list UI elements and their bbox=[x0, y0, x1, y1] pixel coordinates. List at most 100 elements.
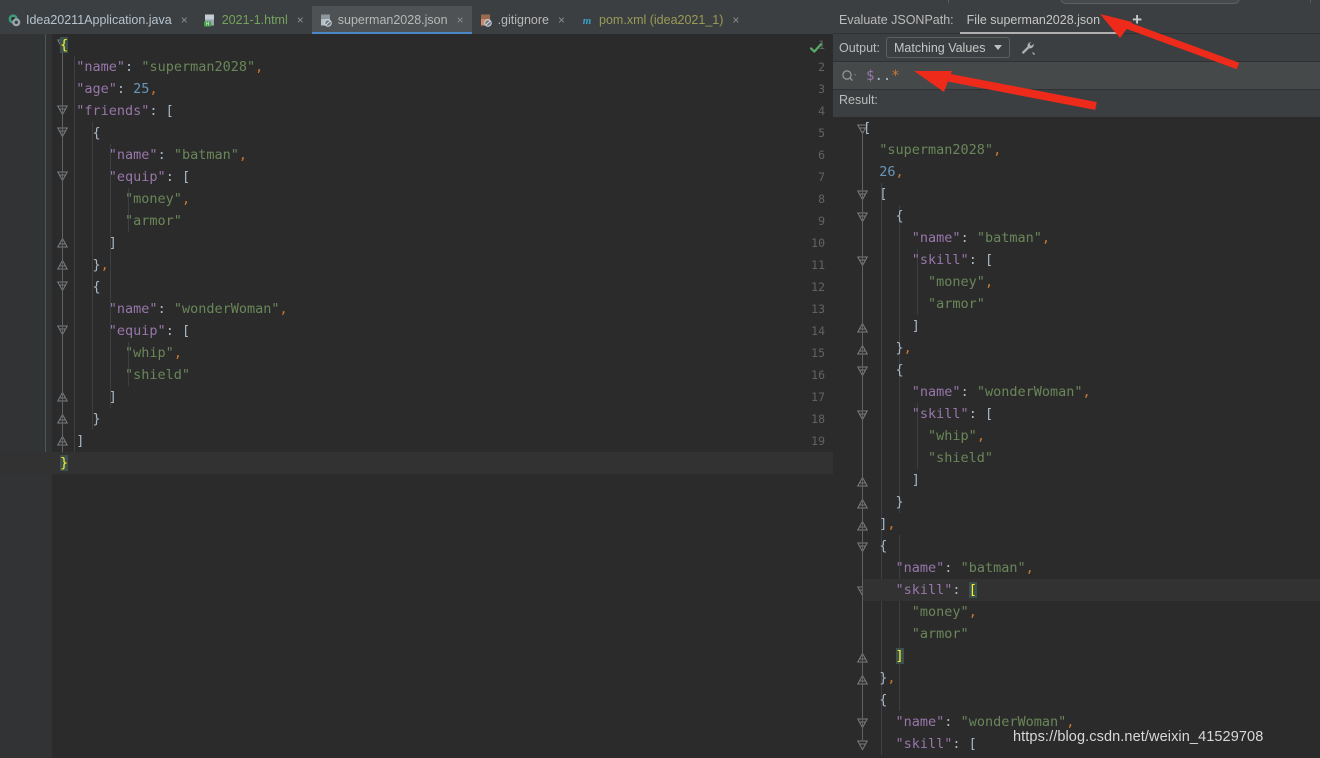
code-token: "batman" bbox=[960, 560, 1026, 576]
result-indent bbox=[863, 582, 896, 598]
code-token: ] bbox=[108, 235, 117, 251]
code-token: , bbox=[1082, 384, 1091, 400]
code-line[interactable]: } bbox=[56, 408, 833, 430]
code-token: "wonderWoman" bbox=[976, 384, 1083, 400]
code-token: , bbox=[255, 59, 264, 75]
code-token: , bbox=[968, 604, 977, 620]
jsonpath-file-tab-close-icon[interactable]: × bbox=[1106, 13, 1113, 27]
result-line: ] bbox=[863, 469, 1320, 491]
jsonpath-result-view[interactable]: [ "superman2028", 26, [ { "name": "batma… bbox=[833, 117, 1320, 758]
jsonpath-file-tab-label: File superman2028.json bbox=[966, 12, 1101, 27]
editor-fold-region-bar bbox=[45, 34, 46, 474]
code-line[interactable]: { bbox=[56, 34, 833, 56]
result-line: }, bbox=[863, 337, 1320, 359]
code-token: "money" bbox=[125, 191, 182, 207]
result-indent bbox=[863, 362, 896, 378]
wrench-icon[interactable] bbox=[1020, 40, 1036, 56]
code-line[interactable]: "money", bbox=[56, 188, 833, 210]
code-token: } bbox=[895, 494, 904, 510]
jsonpath-query-row[interactable]: $..* bbox=[833, 62, 1320, 90]
editor-tab-gitignore[interactable]: .gitignore × bbox=[472, 6, 573, 34]
result-indent bbox=[863, 164, 879, 180]
code-token: "equip" bbox=[108, 169, 166, 185]
code-token: , bbox=[279, 301, 288, 317]
code-line[interactable]: "equip": [ bbox=[56, 320, 833, 342]
code-token: "wonderWoman" bbox=[960, 714, 1067, 730]
editor-tab-idea20211application-java[interactable]: Idea20211Application.java × bbox=[0, 6, 196, 34]
chevron-down-icon[interactable] bbox=[993, 45, 1002, 50]
result-indent bbox=[863, 626, 912, 642]
code-token: "batman" bbox=[976, 230, 1042, 246]
code-line[interactable]: "name": "batman", bbox=[56, 144, 833, 166]
code-token: : [ bbox=[968, 406, 994, 422]
code-line[interactable]: } bbox=[56, 452, 833, 474]
code-line[interactable]: ] bbox=[56, 386, 833, 408]
navigation-pill[interactable] bbox=[1060, 0, 1240, 4]
editor-tab-pom-xml-idea2021-1[interactable]: m pom.xml (idea2021_1) × bbox=[573, 6, 747, 34]
output-mode-select[interactable]: Matching Values bbox=[886, 37, 1010, 58]
code-line[interactable]: ] bbox=[56, 430, 833, 452]
code-line[interactable]: { bbox=[56, 122, 833, 144]
add-jsonpath-tab-button[interactable]: + bbox=[1132, 11, 1142, 28]
output-label: Output: bbox=[839, 40, 880, 55]
code-token: : bbox=[944, 560, 961, 576]
jsonpath-file-tab[interactable]: File superman2028.json × bbox=[959, 7, 1121, 34]
result-indent bbox=[863, 252, 912, 268]
search-icon[interactable] bbox=[841, 69, 858, 83]
editor-tab-close-icon[interactable]: × bbox=[181, 14, 188, 26]
code-line[interactable]: "armor" bbox=[56, 210, 833, 232]
code-line[interactable]: "equip": [ bbox=[56, 166, 833, 188]
result-line: ] bbox=[863, 645, 1320, 667]
editor-tab-close-icon[interactable]: × bbox=[732, 14, 739, 26]
result-line: 26, bbox=[863, 161, 1320, 183]
editor-tab-close-icon[interactable]: × bbox=[457, 14, 464, 26]
result-indent bbox=[863, 340, 896, 356]
code-token: , bbox=[238, 147, 247, 163]
svg-text:m: m bbox=[583, 15, 592, 27]
code-token: : bbox=[157, 301, 174, 317]
editor-tab-label: .gitignore bbox=[497, 13, 550, 27]
code-token: "skill" bbox=[911, 406, 969, 422]
maven-icon: m bbox=[580, 13, 594, 27]
code-token: "name" bbox=[108, 147, 158, 163]
code-token: : [ bbox=[165, 169, 191, 185]
evaluate-jsonpath-panel[interactable]: Evaluate JSONPath: File superman2028.jso… bbox=[833, 6, 1320, 758]
result-line: "shield" bbox=[863, 447, 1320, 469]
inspection-ok-check-icon[interactable] bbox=[809, 41, 823, 55]
code-token: : bbox=[944, 714, 961, 730]
code-token: : bbox=[960, 384, 977, 400]
code-line[interactable]: "age": 25, bbox=[56, 78, 833, 100]
code-line[interactable]: "friends": [ bbox=[56, 100, 833, 122]
result-indent bbox=[863, 230, 912, 246]
editor-tab-close-icon[interactable]: × bbox=[297, 14, 304, 26]
code-token: "name" bbox=[911, 230, 961, 246]
code-token: , bbox=[993, 142, 1002, 158]
result-indent bbox=[863, 142, 879, 158]
code-line[interactable]: }, bbox=[56, 254, 833, 276]
code-line[interactable]: "name": "superman2028", bbox=[56, 56, 833, 78]
result-indent bbox=[863, 384, 912, 400]
code-line[interactable]: "name": "wonderWoman", bbox=[56, 298, 833, 320]
code-editor[interactable]: 1234567891011121314151617181920 { "name"… bbox=[0, 34, 833, 758]
code-token: "money" bbox=[928, 274, 985, 290]
code-line[interactable]: ] bbox=[56, 232, 833, 254]
editor-code-text[interactable]: { "name": "superman2028", "age": 25, "fr… bbox=[56, 34, 833, 758]
jsonpath-query-input[interactable]: $..* bbox=[866, 68, 900, 84]
code-token: "age" bbox=[76, 81, 117, 97]
editor-tab-2021-1-html[interactable]: H 2021-1.html × bbox=[196, 6, 312, 34]
code-token: "whip" bbox=[125, 345, 174, 361]
query-dots: .. bbox=[874, 67, 892, 84]
result-label: Result: bbox=[839, 93, 878, 107]
code-line[interactable]: "shield" bbox=[56, 364, 833, 386]
result-line: [ bbox=[863, 117, 1320, 139]
code-line[interactable]: { bbox=[56, 276, 833, 298]
code-line[interactable]: "whip", bbox=[56, 342, 833, 364]
editor-tab-superman2028-json[interactable]: superman2028.json × bbox=[311, 6, 472, 34]
code-token: ] bbox=[895, 648, 904, 664]
editor-tab-label: 2021-1.html bbox=[221, 13, 288, 27]
editor-tab-close-icon[interactable]: × bbox=[558, 14, 565, 26]
